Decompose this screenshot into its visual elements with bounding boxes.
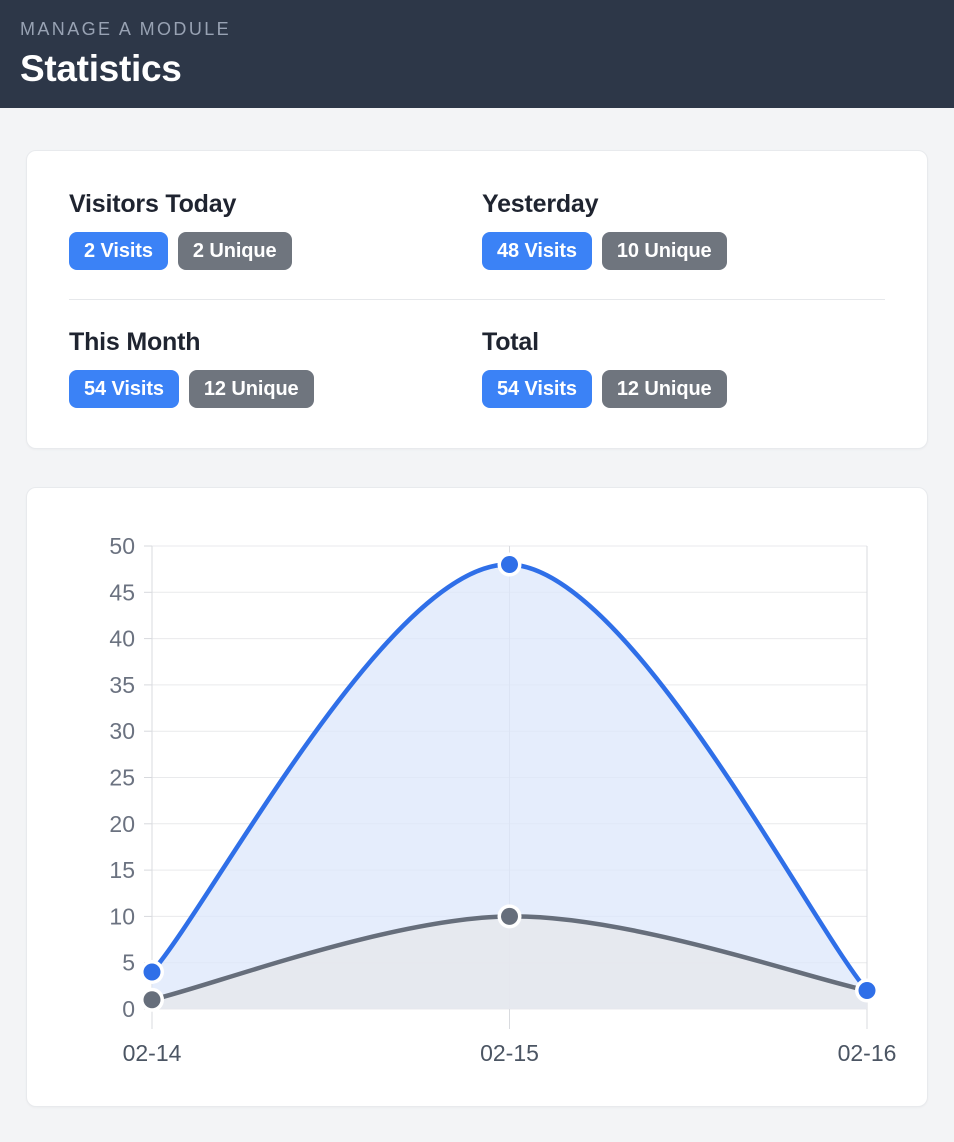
x-axis-tick-label: 02-14 bbox=[123, 1040, 182, 1066]
stat-title: Visitors Today bbox=[69, 190, 237, 218]
breadcrumb-eyebrow: MANAGE A MODULE bbox=[20, 19, 232, 39]
data-point-visits-02-15 bbox=[497, 552, 522, 577]
y-axis-tick-label: 35 bbox=[109, 672, 135, 698]
data-point-dot bbox=[501, 907, 518, 925]
data-point-visits-02-16 bbox=[855, 978, 879, 1003]
unique-badge: 2 Unique bbox=[177, 232, 292, 270]
y-axis-tick-label: 20 bbox=[109, 811, 135, 837]
stat-block-visitors-today: Visitors Today 2 Visits 2 Unique bbox=[69, 189, 477, 270]
stat-title: Yesterday bbox=[482, 190, 599, 218]
content-area: Visitors Today 2 Visits 2 Unique Yesterd… bbox=[0, 150, 954, 1107]
y-axis-tick-label: 30 bbox=[109, 718, 135, 744]
unique-badge: 12 Unique bbox=[601, 370, 727, 408]
stat-row-totals: This Month 54 Visits 12 Unique Total 54 … bbox=[69, 327, 885, 408]
statistics-summary-card: Visitors Today 2 Visits 2 Unique Yesterd… bbox=[26, 150, 928, 449]
x-axis-tick-label: 02-15 bbox=[480, 1040, 539, 1066]
y-axis-tick-label: 45 bbox=[109, 579, 135, 605]
chart-canvas: 0 5 10 15 20 25 30 35 40 45 50 02-14 02-15 02-16 bbox=[109, 533, 897, 1066]
y-axis-tick-label: 25 bbox=[109, 765, 135, 791]
stat-block-total: Total 54 Visits 12 Unique bbox=[477, 327, 885, 408]
y-axis-tick-label: 0 bbox=[122, 996, 135, 1022]
unique-badge: 10 Unique bbox=[601, 232, 727, 270]
stat-row-today: Visitors Today 2 Visits 2 Unique Yesterd… bbox=[69, 189, 885, 270]
data-point-dot bbox=[858, 981, 876, 999]
stat-badges: 54 Visits 12 Unique bbox=[482, 370, 885, 408]
stat-title: Total bbox=[482, 328, 539, 356]
y-axis-tick-label: 10 bbox=[109, 903, 135, 929]
unique-badge: 12 Unique bbox=[188, 370, 314, 408]
data-point-dot bbox=[501, 556, 518, 574]
page-header: MANAGE A MODULE Statistics bbox=[0, 0, 954, 108]
stat-badges: 54 Visits 12 Unique bbox=[69, 370, 477, 408]
data-point-unique-02-15 bbox=[497, 904, 522, 929]
x-axis-tick-label: 02-16 bbox=[838, 1040, 897, 1066]
visitors-chart-card: 0 5 10 15 20 25 30 35 40 45 50 02-14 02-15 02-16 bbox=[26, 487, 928, 1107]
data-point-dot bbox=[143, 991, 161, 1009]
stat-block-this-month: This Month 54 Visits 12 Unique bbox=[69, 327, 477, 408]
visits-badge: 2 Visits bbox=[69, 232, 168, 270]
data-point-dot bbox=[143, 963, 161, 981]
stat-badges: 2 Visits 2 Unique bbox=[69, 232, 477, 270]
y-axis-tick-label: 5 bbox=[122, 950, 135, 976]
page-title: Statistics bbox=[20, 48, 182, 89]
visitors-line-chart: 0 5 10 15 20 25 30 35 40 45 50 02-14 02-15 02-16 bbox=[27, 488, 927, 1106]
y-axis-tick-label: 40 bbox=[109, 626, 135, 652]
y-axis-tick-label: 15 bbox=[109, 857, 135, 883]
visits-badge: 54 Visits bbox=[482, 370, 592, 408]
stat-badges: 48 Visits 10 Unique bbox=[482, 232, 885, 270]
y-axis-tick-label: 50 bbox=[109, 533, 135, 559]
stat-block-yesterday: Yesterday 48 Visits 10 Unique bbox=[477, 189, 885, 270]
stats-divider bbox=[69, 299, 885, 300]
stat-title: This Month bbox=[69, 328, 201, 356]
data-point-visits-02-14 bbox=[140, 959, 164, 984]
data-point-unique-02-14 bbox=[140, 987, 164, 1012]
visits-badge: 48 Visits bbox=[482, 232, 592, 270]
visits-badge: 54 Visits bbox=[69, 370, 179, 408]
